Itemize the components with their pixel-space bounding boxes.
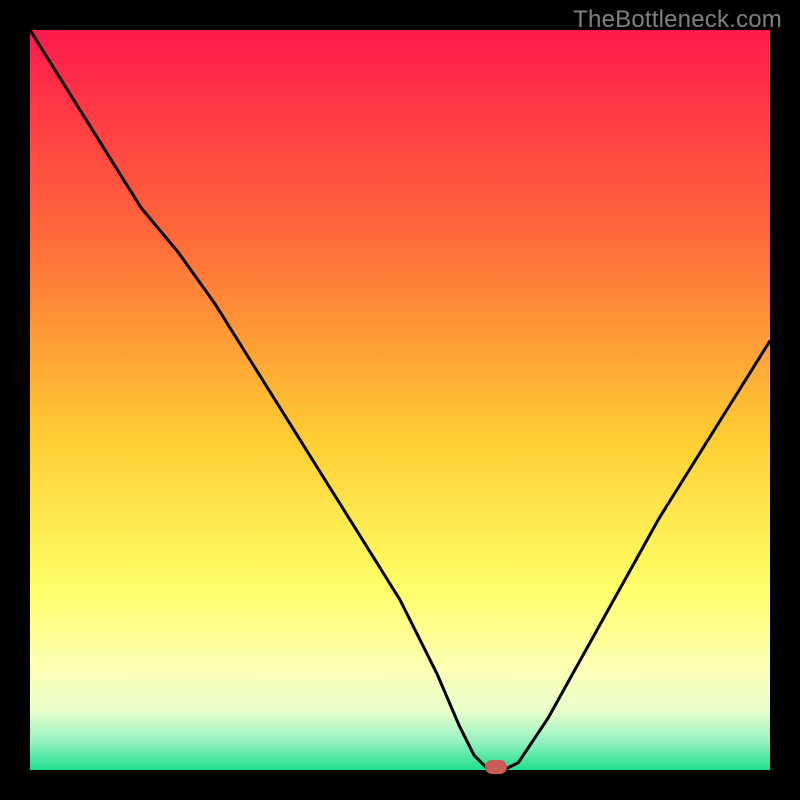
- bottleneck-plot: [30, 30, 770, 770]
- gradient-background: [30, 30, 770, 770]
- optimal-marker: [485, 760, 507, 774]
- chart-frame: TheBottleneck.com: [0, 0, 800, 800]
